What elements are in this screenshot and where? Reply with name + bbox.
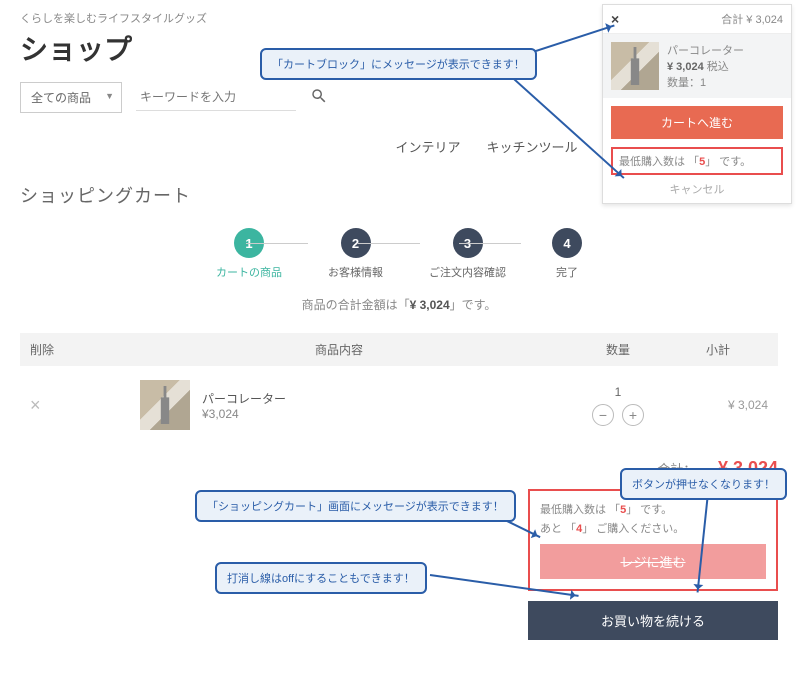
search-button[interactable] [310, 87, 328, 108]
cart-block-qty: 数量：1 [667, 74, 744, 90]
item-name: パーコレーター [202, 390, 568, 407]
annotation-2: 「ショッピングカート」画面にメッセージが表示できます！ [195, 490, 516, 522]
table-header: 削除 商品内容 数量 小計 [20, 333, 778, 366]
totals-line: 商品の合計金額は「¥ 3,024」です。 [0, 296, 798, 333]
checkout-button: レジに進む [540, 544, 766, 579]
category-select[interactable]: 全ての商品 [20, 82, 122, 113]
product-thumb[interactable] [140, 380, 190, 430]
table-row: × パーコレーター ¥3,024 1 − + ¥ 3,024 [20, 366, 778, 444]
step-1: 1カートの商品 [216, 228, 282, 280]
cart-block-popup: × 合計 ¥ 3,024 パーコレーター ¥ 3,024 税込 数量：1 カート… [602, 4, 792, 204]
annotation-4: ボタンが押せなくなります！ [620, 468, 787, 500]
cart-block-cancel[interactable]: キャンセル [603, 175, 791, 203]
qty-minus-button[interactable]: − [592, 404, 614, 426]
nav-interior[interactable]: インテリア [395, 137, 460, 156]
qty-plus-button[interactable]: + [622, 404, 644, 426]
cart-block-warning: 最低購入数は 「5」 です。 [611, 147, 783, 175]
qty-value: 1 [568, 385, 668, 399]
step-3: 3ご注文内容確認 [429, 228, 506, 280]
cart-block-total: 合計 ¥ 3,024 [721, 11, 783, 27]
subtotal: ¥ 3,024 [668, 398, 768, 412]
annotation-1: 「カートブロック」にメッセージが表示できます！ [260, 48, 537, 80]
cart-block-thumb[interactable] [611, 42, 659, 90]
item-price: ¥3,024 [202, 407, 568, 421]
step-2: 2お客様情報 [328, 228, 383, 280]
cart-block-go-button[interactable]: カートへ進む [611, 106, 783, 139]
keyword-input[interactable] [136, 84, 296, 111]
min-qty-notice: 最低購入数は 「5」 です。 あと 「4」 ご購入ください。 レジに進む [528, 489, 778, 591]
cart-block-item-name: パーコレーター [667, 42, 744, 58]
step-4: 4完了 [552, 228, 582, 280]
nav-kitchen[interactable]: キッチンツール [486, 137, 577, 156]
annotation-3: 打消し線はoffにすることもできます！ [215, 562, 427, 594]
delete-button[interactable]: × [30, 395, 41, 415]
search-icon [310, 87, 328, 105]
continue-shopping-button[interactable]: お買い物を続ける [528, 601, 778, 640]
